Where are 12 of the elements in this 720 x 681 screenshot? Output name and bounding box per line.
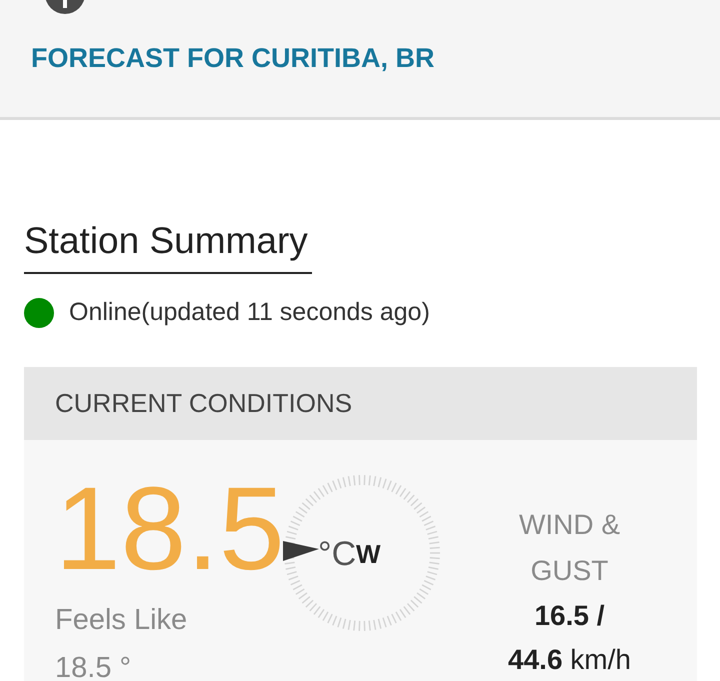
status-text: Online(updated 11 seconds ago) xyxy=(69,297,430,328)
temperature-value: 18.5 xyxy=(55,470,282,588)
card-heading: CURRENT CONDITIONS xyxy=(55,386,352,420)
feels-like-value: 18.5 ° xyxy=(55,650,132,681)
wind-label: WIND & GUST xyxy=(518,508,622,588)
feels-like-label: Feels Like xyxy=(55,602,188,638)
station-summary-heading: Station Summary xyxy=(24,219,308,263)
temperature-unit: °C xyxy=(318,536,356,570)
forecast-title: FORECAST FOR CURITIBA, BR xyxy=(31,42,436,75)
wind-direction: W xyxy=(356,540,381,566)
wind-value: 16.5 / 44.6 km/h xyxy=(507,598,632,676)
wind-arrow-icon xyxy=(283,540,319,560)
